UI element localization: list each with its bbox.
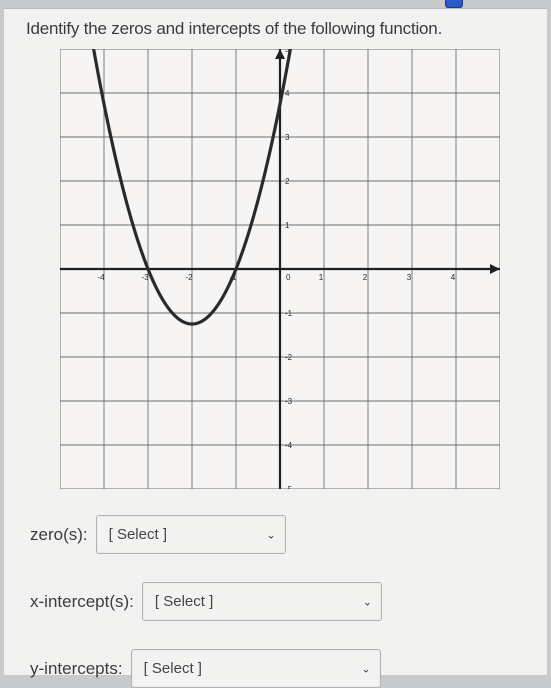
x-intercepts-label: x-intercept(s): — [30, 592, 134, 612]
zeros-select[interactable]: [ Select ] — [96, 515, 286, 554]
parabola-graph: -4-3-2-101234-5-4-3-2-112345 — [60, 49, 500, 489]
svg-text:-2: -2 — [285, 353, 293, 362]
svg-text:-2: -2 — [185, 273, 193, 282]
svg-text:1: 1 — [318, 273, 323, 282]
svg-text:3: 3 — [285, 133, 290, 142]
svg-text:3: 3 — [406, 273, 411, 282]
y-intercepts-select[interactable]: [ Select ] — [131, 649, 381, 688]
zeros-row: zero(s): [ Select ] ⌄ — [30, 515, 533, 554]
svg-text:2: 2 — [285, 177, 290, 186]
answer-block: zero(s): [ Select ] ⌄ x-intercept(s): [ … — [26, 515, 533, 688]
svg-text:-1: -1 — [285, 309, 293, 318]
svg-text:4: 4 — [450, 273, 455, 282]
svg-text:-4: -4 — [97, 273, 105, 282]
svg-text:-4: -4 — [285, 441, 293, 450]
svg-text:0: 0 — [286, 273, 291, 282]
svg-text:-3: -3 — [141, 273, 149, 282]
svg-text:-3: -3 — [285, 397, 293, 406]
zeros-label: zero(s): — [30, 525, 88, 545]
svg-text:2: 2 — [362, 273, 367, 282]
svg-text:1: 1 — [285, 221, 290, 230]
x-intercepts-row: x-intercept(s): [ Select ] ⌄ — [30, 582, 533, 621]
header-tab-icon — [445, 0, 463, 8]
question-card: Identify the zeros and intercepts of the… — [4, 8, 547, 675]
svg-text:4: 4 — [285, 89, 290, 98]
chart-container: -4-3-2-101234-5-4-3-2-112345 — [26, 49, 533, 489]
y-intercepts-label: y-intercepts: — [30, 659, 123, 679]
svg-text:-5: -5 — [285, 485, 293, 489]
y-intercepts-row: y-intercepts: [ Select ] ⌄ — [30, 649, 533, 688]
question-text: Identify the zeros and intercepts of the… — [26, 19, 533, 39]
x-intercepts-select[interactable]: [ Select ] — [142, 582, 382, 621]
